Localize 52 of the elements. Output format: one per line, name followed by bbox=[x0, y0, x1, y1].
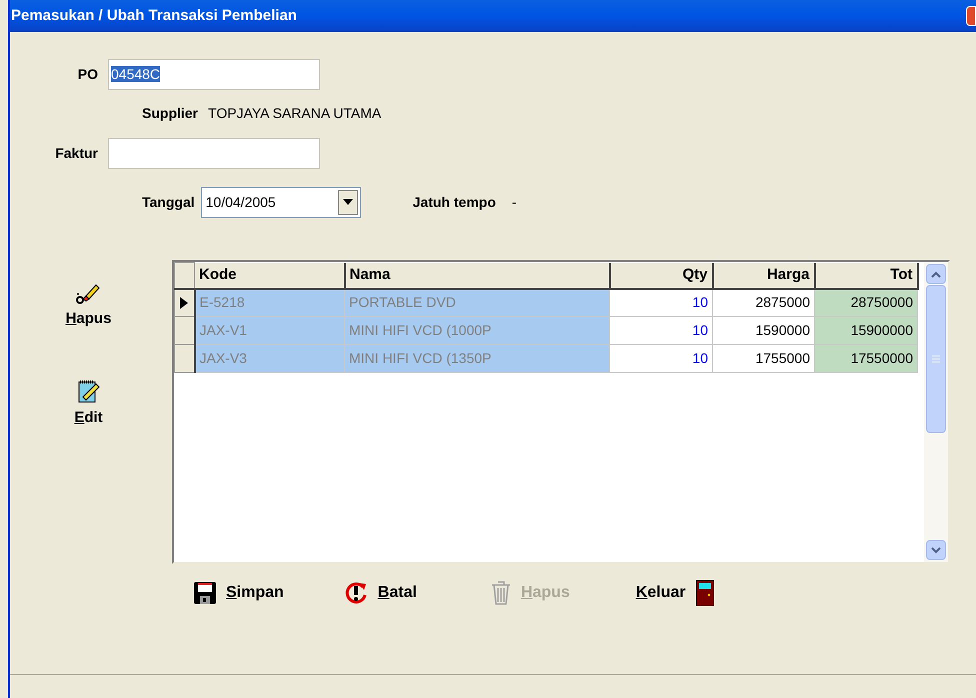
close-button[interactable] bbox=[966, 6, 976, 26]
column-header[interactable]: Kode bbox=[194, 262, 344, 288]
supplier-value: TOPJAYA SARANA UTAMA bbox=[208, 104, 382, 122]
table-cell: JAX-V3 bbox=[194, 344, 344, 372]
field-label: PO bbox=[76, 64, 99, 84]
table-cell: 1755000 bbox=[712, 344, 814, 372]
faktur-field[interactable] bbox=[108, 138, 320, 168]
field-label: Faktur bbox=[54, 144, 99, 162]
table-cell: MINI HIFI VCD (1350P bbox=[344, 344, 610, 372]
cancel-button[interactable]: Batal bbox=[344, 581, 417, 605]
po-field[interactable]: 04548C bbox=[108, 58, 320, 90]
save-button[interactable]: Simpan bbox=[194, 581, 284, 605]
notepad-pencil-icon bbox=[78, 378, 100, 402]
column-header[interactable]: Nama bbox=[344, 262, 610, 288]
current-row-icon bbox=[180, 296, 188, 309]
table-cell: 10 bbox=[610, 288, 712, 316]
column-header[interactable]: Qty bbox=[610, 262, 712, 288]
row-indicator[interactable] bbox=[174, 316, 194, 344]
table-cell: 10 bbox=[610, 344, 712, 372]
table-cell: 2875000 bbox=[712, 288, 814, 316]
table-cell: PORTABLE DVD bbox=[344, 288, 610, 316]
trash-can-icon bbox=[490, 581, 511, 605]
table-cell: 1590000 bbox=[712, 316, 814, 344]
date-dropdown[interactable]: 10/04/2005 bbox=[200, 186, 361, 218]
table-cell: 28750000 bbox=[814, 288, 918, 316]
vertical-scrollbar[interactable] bbox=[924, 262, 948, 562]
field-value: 04548C bbox=[111, 66, 160, 82]
column-header[interactable]: Tot bbox=[814, 262, 918, 288]
door-icon bbox=[696, 580, 714, 606]
scroll-thumb[interactable] bbox=[926, 285, 946, 433]
scroll-down-icon[interactable] bbox=[926, 540, 946, 560]
eraser-icon bbox=[76, 282, 100, 304]
table-cell: JAX-V1 bbox=[194, 316, 344, 344]
window-title: Pemasukan / Ubah Transaksi Pembelian bbox=[10, 6, 297, 26]
table-cell: 10 bbox=[610, 316, 712, 344]
table-cell: MINI HIFI VCD (1000P bbox=[344, 316, 610, 344]
table-cell: E-5218 bbox=[194, 288, 344, 316]
field-label: Supplier bbox=[142, 104, 198, 123]
row-header-corner bbox=[174, 262, 194, 288]
table-cell: 17550000 bbox=[814, 344, 918, 372]
edit-button[interactable]: Edit bbox=[74, 378, 103, 429]
field-label: Tanggal bbox=[142, 192, 195, 212]
field-value: - bbox=[512, 192, 517, 212]
exit-button[interactable]: Keluar bbox=[636, 580, 714, 606]
undo-exclamation-icon bbox=[344, 581, 368, 605]
row-indicator[interactable] bbox=[174, 288, 194, 316]
row-indicator[interactable] bbox=[174, 344, 194, 372]
delete-button[interactable]: Hapus bbox=[66, 282, 112, 330]
table-cell: 15900000 bbox=[814, 316, 918, 344]
column-header[interactable]: Harga bbox=[712, 262, 814, 288]
field-label: Jatuh tempo bbox=[412, 192, 496, 212]
scroll-up-icon[interactable] bbox=[926, 264, 946, 284]
